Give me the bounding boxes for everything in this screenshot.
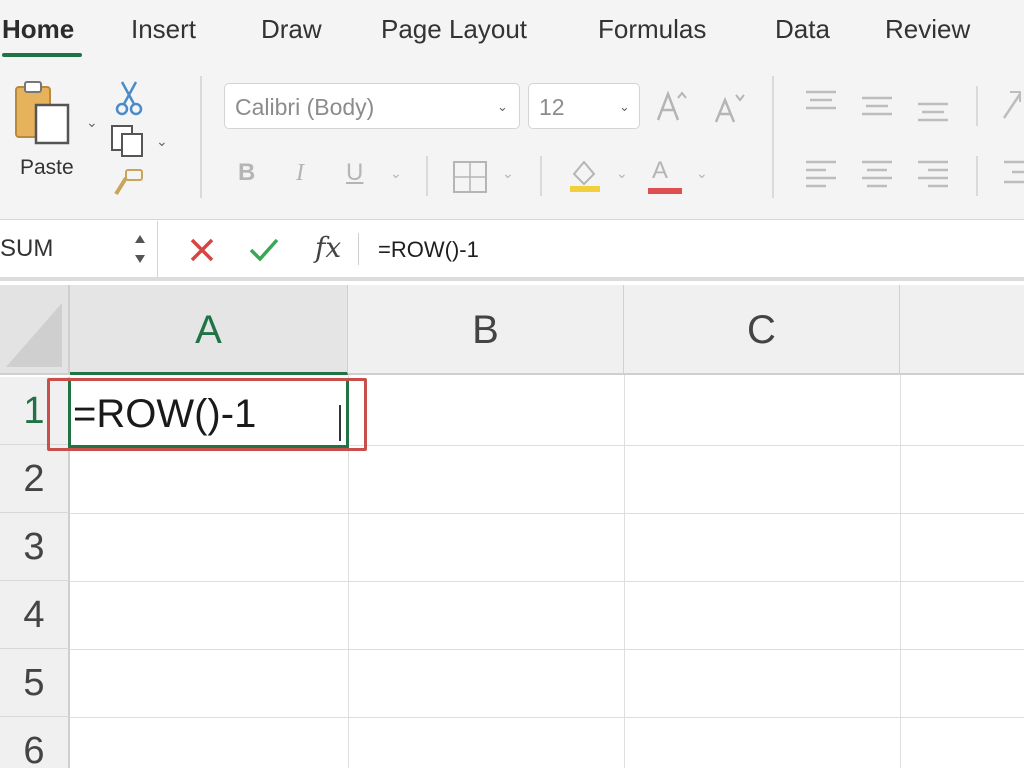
enter-check-icon[interactable] bbox=[248, 236, 280, 264]
cut-icon[interactable] bbox=[114, 80, 144, 116]
font-color-options-chevron-down-icon[interactable]: ⌄ bbox=[696, 166, 708, 180]
highlight-annotation-box bbox=[47, 378, 367, 451]
name-box-value: SUM bbox=[0, 235, 54, 262]
grid-line bbox=[70, 649, 1024, 650]
tab-draw[interactable]: Draw bbox=[261, 14, 322, 44]
column-header-d[interactable] bbox=[900, 285, 1024, 375]
indent-icon[interactable] bbox=[1002, 158, 1024, 192]
tab-page-layout[interactable]: Page Layout bbox=[381, 14, 527, 44]
active-tab-indicator bbox=[2, 53, 82, 57]
ribbon-tabs: Home Insert Draw Page Layout Formulas Da… bbox=[0, 0, 1024, 62]
select-all-triangle-icon bbox=[6, 303, 62, 367]
font-color-button[interactable]: A bbox=[648, 156, 684, 196]
borders-icon[interactable] bbox=[452, 160, 488, 194]
row-header-5[interactable]: 5 bbox=[0, 649, 70, 717]
column-header-b[interactable]: B bbox=[348, 285, 624, 375]
cancel-x-icon[interactable] bbox=[188, 236, 216, 264]
column-header-c[interactable]: C bbox=[624, 285, 900, 375]
tab-formulas[interactable]: Formulas bbox=[598, 14, 706, 44]
font-name-value: Calibri (Body) bbox=[235, 94, 375, 120]
italic-button[interactable]: I bbox=[296, 160, 304, 186]
paste-label: Paste bbox=[20, 156, 74, 179]
paste-options-chevron-down-icon[interactable]: ⌄ bbox=[86, 115, 98, 129]
chevron-down-icon: ⌄ bbox=[619, 99, 630, 114]
font-size-value: 12 bbox=[539, 94, 565, 120]
copy-options-chevron-down-icon[interactable]: ⌄ bbox=[156, 134, 168, 148]
ribbon-separator bbox=[540, 156, 542, 196]
align-bottom-icon[interactable] bbox=[916, 96, 950, 126]
fill-color-options-chevron-down-icon[interactable]: ⌄ bbox=[616, 166, 628, 180]
grid-line bbox=[900, 375, 901, 768]
font-color-letter: A bbox=[652, 157, 669, 184]
row-header-4[interactable]: 4 bbox=[0, 581, 70, 649]
bold-button[interactable]: B bbox=[238, 160, 255, 186]
font-name-dropdown[interactable]: Calibri (Body) ⌄ bbox=[224, 83, 520, 129]
align-right-icon[interactable] bbox=[916, 158, 950, 192]
name-box-stepper-icon[interactable] bbox=[132, 229, 148, 269]
paste-icon bbox=[15, 81, 70, 145]
insert-function-fx-icon[interactable]: fx bbox=[315, 233, 341, 263]
borders-options-chevron-down-icon[interactable]: ⌄ bbox=[502, 166, 514, 180]
row-header-2[interactable]: 2 bbox=[0, 445, 70, 513]
column-header-a[interactable]: A bbox=[70, 285, 348, 375]
fill-color-icon[interactable] bbox=[566, 156, 604, 194]
ribbon-separator bbox=[772, 76, 774, 198]
row-header-6[interactable]: 6 bbox=[0, 717, 70, 768]
spreadsheet-grid: A B C 1 2 3 4 5 6 =ROW()-1 bbox=[0, 285, 1024, 768]
grid-line bbox=[624, 375, 625, 768]
tab-review[interactable]: Review bbox=[885, 14, 970, 44]
tab-data[interactable]: Data bbox=[775, 14, 830, 44]
tab-home[interactable]: Home bbox=[2, 14, 74, 44]
increase-font-size-icon[interactable] bbox=[654, 88, 690, 124]
grid-line bbox=[70, 513, 1024, 514]
grid-line bbox=[70, 717, 1024, 718]
grid-line bbox=[70, 581, 1024, 582]
tab-insert[interactable]: Insert bbox=[131, 14, 196, 44]
ribbon-separator bbox=[976, 86, 978, 126]
ribbon: ⌄ Paste ⌄ Calibri (Body) ⌄ 12 ⌄ B I U ⌄ bbox=[0, 62, 1024, 220]
row-header-3[interactable]: 3 bbox=[0, 513, 70, 581]
font-size-dropdown[interactable]: 12 ⌄ bbox=[528, 83, 640, 129]
formula-bar: SUM fx =ROW()-1 bbox=[0, 221, 1024, 281]
select-all-corner[interactable] bbox=[0, 285, 70, 375]
align-middle-icon[interactable] bbox=[860, 92, 894, 122]
underline-options-chevron-down-icon[interactable]: ⌄ bbox=[390, 166, 402, 180]
align-center-icon[interactable] bbox=[860, 158, 894, 192]
ribbon-separator bbox=[976, 156, 978, 196]
ribbon-separator bbox=[426, 156, 428, 196]
font-color-bar bbox=[648, 188, 682, 194]
ribbon-separator bbox=[200, 76, 202, 198]
name-box[interactable]: SUM bbox=[0, 221, 158, 277]
formula-separator bbox=[358, 233, 359, 265]
copy-icon[interactable] bbox=[110, 124, 146, 158]
chevron-down-icon: ⌄ bbox=[497, 99, 508, 114]
underline-button[interactable]: U bbox=[346, 160, 363, 186]
format-painter-icon[interactable] bbox=[112, 168, 146, 198]
align-left-icon[interactable] bbox=[804, 158, 838, 192]
formula-input[interactable]: =ROW()-1 bbox=[378, 237, 479, 263]
align-top-icon[interactable] bbox=[804, 88, 838, 118]
decrease-font-size-icon[interactable] bbox=[712, 90, 748, 126]
orientation-icon[interactable] bbox=[1000, 88, 1024, 122]
